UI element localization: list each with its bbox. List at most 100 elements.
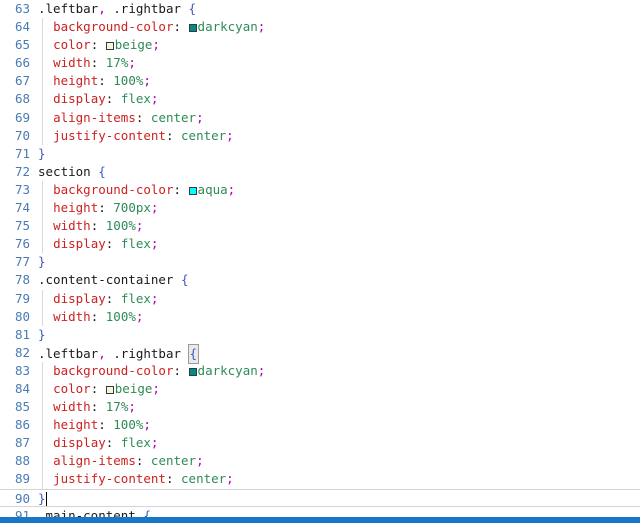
code-line[interactable]: 80 width: 100%; bbox=[0, 307, 640, 326]
line-number: 80 bbox=[14, 308, 30, 324]
code-token: } bbox=[38, 326, 46, 342]
code-line[interactable]: 69 align-items: center; bbox=[0, 108, 640, 127]
line-content: justify-content: center; bbox=[38, 127, 234, 145]
code-token: align-items bbox=[53, 109, 136, 125]
code-line[interactable]: 84 color: beige; bbox=[0, 379, 640, 399]
line-number: 73 bbox=[14, 181, 30, 197]
color-swatch-icon[interactable] bbox=[188, 24, 197, 33]
code-token: : bbox=[90, 218, 106, 234]
code-token: ; bbox=[150, 435, 159, 451]
code-token: ; bbox=[143, 73, 151, 89]
code-token: .rightbar bbox=[113, 1, 182, 16]
code-token: ; bbox=[150, 290, 159, 306]
code-token: display bbox=[53, 290, 106, 306]
code-token: 17% bbox=[105, 399, 129, 415]
line-content: .leftbar, .rightbar { bbox=[38, 343, 200, 364]
code-token: color bbox=[53, 37, 91, 53]
code-line[interactable]: 77} bbox=[0, 253, 640, 271]
code-token: ; bbox=[196, 453, 204, 469]
code-token: beige bbox=[114, 380, 153, 396]
code-line[interactable]: 88 align-items: center; bbox=[0, 452, 640, 471]
color-swatch-icon[interactable] bbox=[188, 367, 197, 376]
code-line[interactable]: 73 background-color: aqua; bbox=[0, 180, 640, 200]
code-token: height bbox=[53, 73, 99, 89]
code-line[interactable]: 66 width: 17%; bbox=[0, 54, 640, 73]
code-token: flex bbox=[120, 435, 151, 451]
code-token: height bbox=[53, 417, 99, 433]
code-token: 100% bbox=[113, 73, 144, 89]
code-token: : bbox=[105, 290, 121, 306]
code-line[interactable]: 82 .leftbar, .rightbar { bbox=[0, 343, 640, 364]
line-number: 65 bbox=[14, 37, 30, 53]
color-swatch-icon[interactable] bbox=[105, 42, 114, 51]
code-line[interactable]: 65 color: beige; bbox=[0, 36, 640, 55]
line-number: 75 bbox=[14, 218, 30, 234]
line-content: display: flex; bbox=[38, 90, 158, 108]
code-line[interactable]: 63 .leftbar, .rightbar { bbox=[0, 0, 640, 18]
line-content: color: beige; bbox=[38, 380, 160, 398]
code-token: 100% bbox=[113, 417, 144, 433]
code-token: : bbox=[90, 55, 106, 71]
code-line[interactable]: 68 display: flex; bbox=[0, 90, 640, 109]
code-token: : bbox=[90, 308, 106, 324]
line-number: 69 bbox=[14, 109, 30, 125]
code-line[interactable]: 75 width: 100%; bbox=[0, 217, 640, 236]
code-line[interactable]: 81} bbox=[0, 326, 640, 344]
code-line[interactable]: 90} bbox=[0, 488, 640, 508]
code-token: flex bbox=[120, 290, 151, 306]
color-swatch-icon[interactable] bbox=[105, 385, 114, 394]
code-line[interactable]: 67 height: 100%; bbox=[0, 72, 640, 91]
line-content: .content-container { bbox=[38, 271, 189, 289]
line-number: 76 bbox=[14, 236, 30, 252]
code-token: .leftbar bbox=[38, 1, 99, 16]
code-token: } bbox=[38, 254, 46, 270]
code-line[interactable]: 72 section { bbox=[0, 163, 640, 181]
code-line[interactable]: 70 justify-content: center; bbox=[0, 126, 640, 145]
color-swatch-icon[interactable] bbox=[188, 186, 197, 195]
line-content: justify-content: center; bbox=[38, 470, 234, 488]
code-line[interactable]: 83 background-color: darkcyan; bbox=[0, 361, 640, 380]
code-token: 700px bbox=[113, 200, 151, 216]
line-content: width: 17%; bbox=[38, 54, 136, 72]
code-token: : bbox=[165, 471, 182, 487]
code-token: ; bbox=[135, 218, 144, 234]
code-line[interactable]: 86 height: 100%; bbox=[0, 416, 640, 435]
code-editor[interactable]: 63 .leftbar, .rightbar { 64 background-col… bbox=[0, 0, 640, 523]
code-token: : bbox=[105, 236, 121, 252]
line-number: 84 bbox=[14, 380, 30, 396]
line-number: 87 bbox=[14, 435, 30, 451]
code-text-area[interactable]: 63 .leftbar, .rightbar { 64 background-col… bbox=[0, 0, 640, 523]
code-token: ; bbox=[143, 417, 151, 433]
code-token: 17% bbox=[105, 55, 129, 71]
line-number: 86 bbox=[14, 417, 30, 433]
code-line[interactable]: 74 height: 700px; bbox=[0, 199, 640, 218]
line-content: height: 100%; bbox=[38, 416, 151, 434]
code-token: } bbox=[38, 490, 46, 506]
code-line[interactable]: 64 background-color: darkcyan; bbox=[0, 18, 640, 37]
code-line[interactable]: 79 display: flex; bbox=[0, 289, 640, 308]
code-token: display bbox=[53, 91, 106, 107]
line-number: 85 bbox=[14, 399, 30, 415]
code-line[interactable]: 78 .content-container { bbox=[0, 271, 640, 289]
code-token: , bbox=[98, 1, 106, 16]
code-line[interactable]: 85 width: 17%; bbox=[0, 398, 640, 417]
line-content: background-color: darkcyan; bbox=[38, 18, 265, 36]
code-line[interactable]: 87 display: flex; bbox=[0, 434, 640, 453]
code-line[interactable]: 71} bbox=[0, 145, 640, 163]
code-line[interactable]: 89 justify-content: center; bbox=[0, 470, 640, 489]
line-content: height: 100%; bbox=[38, 72, 151, 90]
line-content: } bbox=[38, 490, 48, 508]
line-content: height: 700px; bbox=[38, 199, 158, 217]
line-number: 63 bbox=[14, 1, 30, 16]
code-token: flex bbox=[120, 91, 151, 107]
code-line[interactable]: 76 display: flex; bbox=[0, 235, 640, 254]
code-token: : bbox=[98, 73, 114, 89]
code-token: ; bbox=[227, 181, 236, 197]
